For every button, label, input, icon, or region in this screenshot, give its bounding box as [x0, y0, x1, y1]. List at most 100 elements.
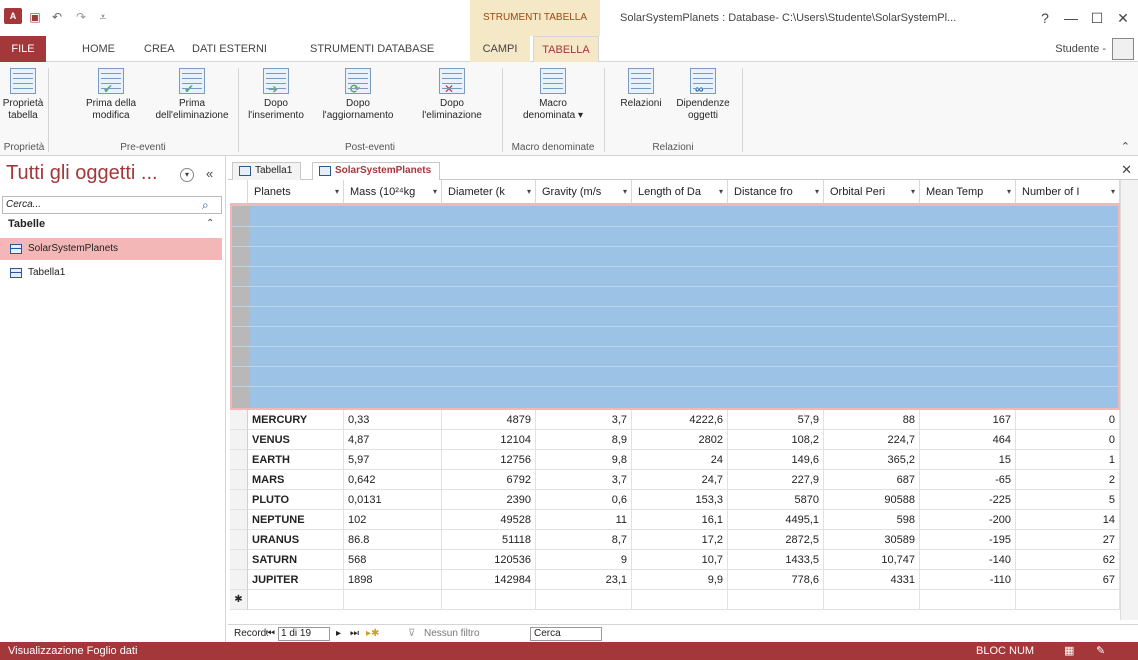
table-row[interactable]: PLUTO 0,0131 2390 0,6 153,3 5870 90588 -225 5	[230, 490, 1120, 510]
table-cell[interactable]: 57,9	[728, 410, 824, 430]
table-cell[interactable]: 108,2	[728, 430, 824, 450]
after-update-button[interactable]: ⟳ Dopo l'aggiornamento	[312, 68, 404, 134]
table-cell[interactable]: 5,97	[344, 450, 442, 470]
named-macro-button[interactable]: Macro denominata ▾	[510, 68, 596, 134]
table-cell[interactable]: 16,1	[632, 510, 728, 530]
table-cell[interactable]: 0	[1016, 410, 1120, 430]
chevron-down-icon[interactable]: ▾	[719, 180, 723, 203]
table-row[interactable]: MARS 0,642 6792 3,7 24,7 227,9 687 -65 2	[230, 470, 1120, 490]
column-header[interactable]: Length of Da ▾	[632, 180, 728, 204]
table-cell[interactable]	[920, 590, 1016, 610]
table-row[interactable]: NEPTUNE 102 49528 11 16,1 4495,1 598 -200 14	[230, 510, 1120, 530]
maximize-button[interactable]: ☐	[1086, 8, 1108, 28]
table-cell[interactable]: 5870	[728, 490, 824, 510]
table-cell[interactable]: 90588	[824, 490, 920, 510]
planet-name-cell[interactable]: URANUS	[248, 530, 344, 550]
planet-name-cell[interactable]: MERCURY	[248, 410, 344, 430]
chevron-down-icon[interactable]: ▾	[1007, 180, 1011, 203]
tab-file[interactable]: FILE	[0, 36, 46, 62]
after-delete-button[interactable]: ✕ Dopo l'eliminazione	[404, 68, 500, 134]
before-change-button[interactable]: ✔ Prima della modifica	[76, 68, 146, 134]
save-icon[interactable]: ▣	[28, 10, 42, 24]
doc-tab-solarsystemplanets[interactable]: SolarSystemPlanets	[312, 162, 441, 180]
table-cell[interactable]	[536, 590, 632, 610]
row-selector[interactable]	[230, 430, 248, 450]
table-cell[interactable]: 2872,5	[728, 530, 824, 550]
tab-tabella[interactable]: TABELLA	[533, 36, 599, 63]
table-cell[interactable]	[442, 590, 536, 610]
table-cell[interactable]: 149,6	[728, 450, 824, 470]
table-row[interactable]: EARTH 5,97 12756 9,8 24 149,6 365,2 15 1	[230, 450, 1120, 470]
table-row[interactable]: URANUS 86.8 51118 8,7 17,2 2872,5 30589 -195 27	[230, 530, 1120, 550]
tab-campi[interactable]: CAMPI	[470, 36, 530, 62]
table-row[interactable]: JUPITER 1898 142984 23,1 9,9 778,6 4331 -110 67	[230, 570, 1120, 590]
tab-crea[interactable]: CREA	[138, 36, 181, 62]
relationships-button[interactable]: Relazioni	[614, 68, 668, 134]
table-cell[interactable]: 12104	[442, 430, 536, 450]
table-cell[interactable]: 9	[536, 550, 632, 570]
planet-name-cell[interactable]: JUPITER	[248, 570, 344, 590]
table-cell[interactable]: 153,3	[632, 490, 728, 510]
table-cell[interactable]: 142984	[442, 570, 536, 590]
table-cell[interactable]: 11	[536, 510, 632, 530]
collapse-ribbon-icon[interactable]: ⌃	[1121, 140, 1130, 153]
table-cell[interactable]: 10,747	[824, 550, 920, 570]
table-cell[interactable]: 2	[1016, 470, 1120, 490]
table-cell[interactable]: 4222,6	[632, 410, 728, 430]
table-cell[interactable]: 10,7	[632, 550, 728, 570]
column-header[interactable]: Diameter (k ▾	[442, 180, 536, 204]
chevron-down-icon[interactable]: ▾	[623, 180, 627, 203]
table-cell[interactable]: 778,6	[728, 570, 824, 590]
row-selector[interactable]	[230, 550, 248, 570]
nav-item-tabella1[interactable]: Tabella1	[0, 262, 222, 284]
table-cell[interactable]: 0,0131	[344, 490, 442, 510]
table-cell[interactable]	[824, 590, 920, 610]
collapse-pane-icon[interactable]: «	[206, 166, 213, 181]
filter-status[interactable]: Nessun filtro	[424, 625, 480, 642]
user-account[interactable]: Studente -	[1055, 40, 1106, 58]
search-input[interactable]: Cerca...	[2, 196, 222, 214]
close-button[interactable]: ✕	[1112, 8, 1134, 28]
table-properties-button[interactable]: Proprietà tabella	[0, 68, 46, 134]
table-cell[interactable]: 24,7	[632, 470, 728, 490]
table-cell[interactable]: 120536	[442, 550, 536, 570]
access-app-icon[interactable]: A	[4, 8, 22, 24]
table-cell[interactable]: 3,7	[536, 470, 632, 490]
table-cell[interactable]: 3,7	[536, 410, 632, 430]
chevron-down-icon[interactable]: ▾	[815, 180, 819, 203]
minimize-button[interactable]: —	[1060, 8, 1082, 28]
row-selector[interactable]	[230, 570, 248, 590]
table-cell[interactable]: 67	[1016, 570, 1120, 590]
planet-name-cell[interactable]: NEPTUNE	[248, 510, 344, 530]
tab-strumenti-database[interactable]: STRUMENTI DATABASE	[304, 36, 440, 62]
record-position-input[interactable]: 1 di 19	[278, 627, 330, 641]
column-header[interactable]: Number of I ▾	[1016, 180, 1120, 204]
table-cell[interactable]	[1016, 590, 1120, 610]
row-selector[interactable]: ✱	[230, 590, 248, 610]
table-cell[interactable]: 102	[344, 510, 442, 530]
table-cell[interactable]: 51118	[442, 530, 536, 550]
table-cell[interactable]: 568	[344, 550, 442, 570]
table-cell[interactable]: 5	[1016, 490, 1120, 510]
planet-name-cell[interactable]: EARTH	[248, 450, 344, 470]
table-cell[interactable]: 464	[920, 430, 1016, 450]
table-cell[interactable]: 0	[1016, 430, 1120, 450]
nav-section-title[interactable]: Tabelle	[8, 218, 45, 230]
table-cell[interactable]: 365,2	[824, 450, 920, 470]
table-cell[interactable]: 30589	[824, 530, 920, 550]
search-icon[interactable]: ⌕	[202, 198, 209, 213]
table-cell[interactable]	[344, 590, 442, 610]
new-record-icon[interactable]: ▸✱	[366, 625, 379, 642]
table-row[interactable]: VENUS 4,87 12104 8,9 2802 108,2 224,7 464 0	[230, 430, 1120, 450]
table-cell[interactable]: 27	[1016, 530, 1120, 550]
table-cell[interactable]: 1433,5	[728, 550, 824, 570]
redo-icon[interactable]: ↷	[74, 10, 88, 24]
table-cell[interactable]	[728, 590, 824, 610]
chevron-down-icon[interactable]: ▾	[911, 180, 915, 203]
planet-name-cell[interactable]: VENUS	[248, 430, 344, 450]
table-cell[interactable]: 1	[1016, 450, 1120, 470]
nav-title[interactable]: Tutti gli oggetti ...	[6, 162, 158, 185]
column-header[interactable]: Mass (10²⁴kg ▾	[344, 180, 442, 204]
table-cell[interactable]: 6792	[442, 470, 536, 490]
chevron-down-icon[interactable]: ▾	[1111, 180, 1115, 203]
